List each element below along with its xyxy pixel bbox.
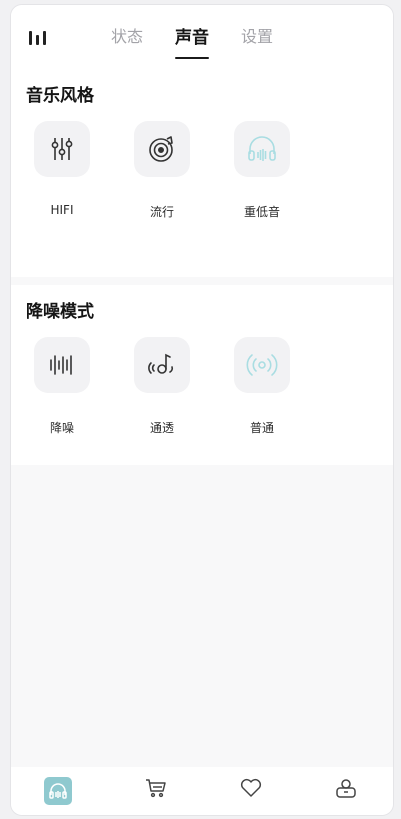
tab-status[interactable]: 状态 [111,23,143,56]
noise-option-anc-label: 降噪 [49,421,74,435]
broadcast-icon [234,337,290,393]
tab-settings[interactable]: 设置 [241,23,273,56]
noise-option-normal[interactable]: 普通 [232,337,292,436]
equalizer-icon [34,121,90,177]
top-bar: 状态 声音 设置 [11,5,393,69]
app-screen: 状态 声音 设置 音乐风格 HIFI 流行 重低音 降噪模式 降噪 通透 普通 [10,4,394,816]
music-option-pop[interactable]: 流行 [132,121,192,220]
noise-option-transparent[interactable]: 通透 [132,337,192,436]
noise-mode-title: 降噪模式 [26,302,94,322]
music-option-hifi[interactable]: HIFI [32,121,92,217]
nav-shop[interactable] [134,777,178,803]
tab-sound[interactable]: 声音 [175,23,210,59]
music-option-bass[interactable]: 重低音 [232,121,292,220]
ear-music-icon [134,337,190,393]
headphones-icon [234,121,290,177]
music-option-pop-label: 流行 [149,205,174,219]
sound-wave-icon [34,337,90,393]
noise-option-transparent-label: 通透 [149,421,174,435]
heart-icon [229,777,273,803]
music-option-hifi-label: HIFI [50,203,74,217]
profile-icon [324,777,368,803]
headphones-home-icon [44,777,72,805]
menu-bars-icon[interactable] [27,27,49,47]
music-style-title: 音乐风格 [26,86,94,106]
nav-profile[interactable] [324,777,368,803]
noise-mode-section: 降噪模式 降噪 通透 普通 [11,285,393,465]
noise-option-anc[interactable]: 降噪 [32,337,92,436]
bottom-nav [11,767,393,815]
vinyl-record-icon [134,121,190,177]
music-style-section: 音乐风格 HIFI 流行 重低音 [11,69,393,277]
tab-bar: 状态 声音 设置 [111,23,273,59]
noise-option-normal-label: 普通 [249,421,274,435]
cart-icon [134,777,178,803]
nav-home[interactable] [36,777,80,805]
nav-favorites[interactable] [229,777,273,803]
music-option-bass-label: 重低音 [243,205,280,219]
